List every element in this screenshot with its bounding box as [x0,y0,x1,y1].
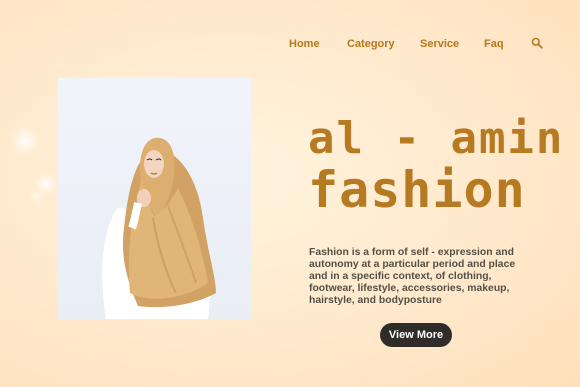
hijab-model-illustration [102,137,216,319]
hero-title: al - amin fashion [300,110,562,225]
background-glow [10,126,40,156]
hero-title-line2: fashion [308,161,526,219]
background-glow [34,172,58,196]
nav-service-link[interactable]: Service [420,38,459,50]
view-more-button[interactable]: View More [380,323,452,347]
hero-title-line1: al - amin [308,113,565,164]
nav-home-link[interactable]: Home [289,38,320,50]
background-glow [28,188,46,206]
search-icon[interactable] [531,37,543,49]
hero-description: Fashion is a form of self - expression a… [309,247,516,306]
model-photo [58,78,251,319]
nav-category-link[interactable]: Category [347,38,395,50]
nav-faq-link[interactable]: Faq [484,38,504,50]
